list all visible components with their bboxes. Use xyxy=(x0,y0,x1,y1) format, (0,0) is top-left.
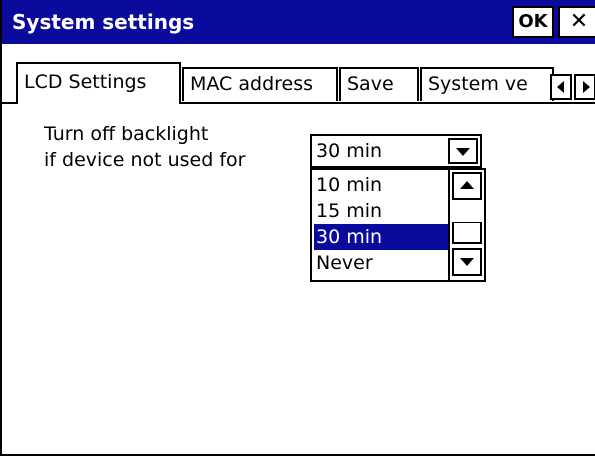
system-settings-window: System settings OK ✕ LCD Settings MAC ad… xyxy=(0,0,595,456)
combobox-selected-value: 30 min xyxy=(316,140,383,162)
tab-system-version[interactable]: System ve xyxy=(420,67,554,101)
triangle-up-icon xyxy=(460,181,474,189)
scroll-up-button[interactable] xyxy=(452,172,482,200)
list-item[interactable]: 10 min xyxy=(314,172,448,198)
dropdown-scrollbar[interactable] xyxy=(448,170,484,280)
backlight-timeout-combobox[interactable]: 30 min xyxy=(310,134,482,168)
backlight-timeout-dropdown-list: 10 min 15 min 30 min Never xyxy=(310,168,486,282)
window-title: System settings xyxy=(12,10,195,34)
triangle-down-icon xyxy=(456,148,470,156)
scroll-down-button[interactable] xyxy=(452,248,482,276)
triangle-down-icon xyxy=(460,258,474,266)
scrollbar-thumb[interactable] xyxy=(452,222,482,244)
list-item[interactable]: Never xyxy=(314,250,448,276)
tab-mac-address[interactable]: MAC address xyxy=(182,67,338,101)
triangle-left-icon xyxy=(557,81,564,93)
tab-lcd-settings[interactable]: LCD Settings xyxy=(16,62,181,104)
tab-scroll-right-button[interactable] xyxy=(574,74,595,100)
backlight-label-line2: if device not used for xyxy=(44,149,246,171)
close-button[interactable]: ✕ xyxy=(558,6,595,38)
ok-button[interactable]: OK xyxy=(512,6,554,38)
tab-baseline xyxy=(180,102,595,104)
list-item-selected[interactable]: 30 min xyxy=(314,224,448,250)
tab-save[interactable]: Save xyxy=(339,67,419,101)
combobox-dropdown-button[interactable] xyxy=(448,138,478,164)
tab-baseline xyxy=(2,102,16,104)
backlight-label-line1: Turn off backlight xyxy=(44,123,209,145)
title-bar: System settings OK ✕ xyxy=(2,0,595,44)
triangle-right-icon xyxy=(583,81,590,93)
tab-scroll-left-button[interactable] xyxy=(550,74,572,100)
list-item[interactable]: 15 min xyxy=(314,198,448,224)
